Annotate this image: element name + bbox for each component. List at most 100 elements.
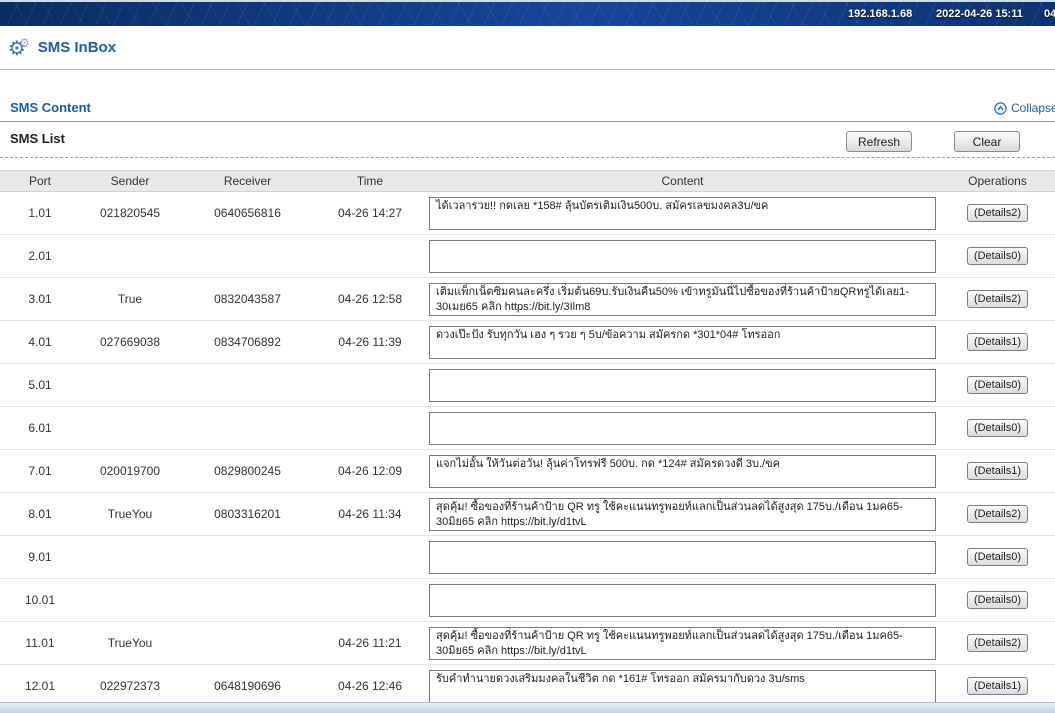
cell-time: 04-26 12:58	[315, 292, 425, 306]
cell-port: 7.01	[0, 464, 80, 478]
cell-port: 3.01	[0, 292, 80, 306]
cell-operations: (Details2)	[940, 204, 1055, 222]
table-row: 1.01 021820545 0640656816 04-26 14:27 ได…	[0, 192, 1055, 235]
cell-sender: True	[80, 292, 180, 306]
collapse-link[interactable]: Collapse	[994, 101, 1055, 115]
details-button[interactable]: (Details0)	[967, 247, 1028, 265]
table-row: 3.01 True 0832043587 04-26 12:58 เติมแพ็…	[0, 278, 1055, 321]
cell-operations: (Details1)	[940, 677, 1055, 695]
table-row: 4.01 027669038 0834706892 04-26 11:39 ดว…	[0, 321, 1055, 364]
cell-sender: 022972373	[80, 679, 180, 693]
sms-content-box	[429, 240, 936, 273]
details-button[interactable]: (Details0)	[967, 419, 1028, 437]
cell-receiver: 0803316201	[180, 507, 315, 521]
details-button[interactable]: (Details2)	[967, 204, 1028, 222]
page-title: SMS InBox	[38, 39, 116, 56]
gear-small-icon: ⚙	[19, 36, 30, 50]
sms-content-box	[429, 369, 936, 402]
sms-list-title: SMS List	[10, 131, 65, 146]
device-ip: 192.168.1.68	[848, 8, 912, 20]
clear-button[interactable]: Clear	[954, 131, 1020, 152]
details-button[interactable]: (Details1)	[967, 333, 1028, 351]
details-button[interactable]: (Details2)	[967, 290, 1028, 308]
sms-content-box: แจกไม่อั้น ให้วันต่อวัน! ลุ้นค่าโทรฟรี 5…	[429, 455, 936, 488]
cell-content: เติมแพ็กเน็ตซิมคนละครึ่ง เริ่มต้น69บ.รับ…	[425, 283, 940, 316]
cell-content: แจกไม่อั้น ให้วันต่อวัน! ลุ้นค่าโทรฟรี 5…	[425, 455, 940, 488]
cell-receiver: 0640656816	[180, 206, 315, 220]
table-row: 8.01 TrueYou 0803316201 04-26 11:34 สุดค…	[0, 493, 1055, 536]
cell-sender: 027669038	[80, 335, 180, 349]
sms-list-toolbar: SMS List Refresh Clear	[0, 122, 1055, 158]
cell-time: 04-26 14:27	[315, 206, 425, 220]
table-row: 9.01 (Details0)	[0, 536, 1055, 579]
cell-sender: TrueYou	[80, 507, 180, 521]
sms-content-section-header: SMS Content Collapse	[0, 99, 1055, 122]
cell-operations: (Details2)	[940, 290, 1055, 308]
sms-content-box	[429, 412, 936, 445]
cell-time: 04-26 11:34	[315, 507, 425, 521]
cell-time: 04-26 12:46	[315, 679, 425, 693]
sms-table-body: 1.01 021820545 0640656816 04-26 14:27 ได…	[0, 192, 1055, 708]
sms-content-box: รับคำทำนายดวงเสริมมงคลในชีวิต กด *161# โ…	[429, 670, 936, 703]
cell-time: 04-26 12:09	[315, 464, 425, 478]
cell-port: 5.01	[0, 378, 80, 392]
cell-content	[425, 412, 940, 445]
refresh-button[interactable]: Refresh	[846, 131, 912, 152]
cell-receiver: 0829800245	[180, 464, 315, 478]
cell-content: รับคำทำนายดวงเสริมมงคลในชีวิต กด *161# โ…	[425, 670, 940, 703]
details-button[interactable]: (Details2)	[967, 505, 1028, 523]
cell-operations: (Details0)	[940, 591, 1055, 609]
details-button[interactable]: (Details0)	[967, 548, 1028, 566]
cell-port: 8.01	[0, 507, 80, 521]
col-header-sender: Sender	[80, 174, 180, 188]
topbar: 192.168.1.68 2022-04-26 15:11 04	[0, 0, 1055, 26]
gear-icon: ⚙⚙	[8, 37, 30, 59]
topbar-clipped-text: 04	[1044, 8, 1055, 20]
cell-operations: (Details0)	[940, 247, 1055, 265]
col-header-receiver: Receiver	[180, 174, 315, 188]
cell-operations: (Details0)	[940, 419, 1055, 437]
cell-content: ได้เวลารวย!! กดเลย *158# ลุ้นบัตรเติมเงิ…	[425, 197, 940, 230]
cell-receiver: 0834706892	[180, 335, 315, 349]
cell-operations: (Details2)	[940, 634, 1055, 652]
col-header-port: Port	[0, 174, 80, 188]
list-buttons: Refresh Clear	[846, 131, 1020, 152]
cell-operations: (Details1)	[940, 462, 1055, 480]
table-row: 5.01 (Details0)	[0, 364, 1055, 407]
cell-time: 04-26 11:39	[315, 335, 425, 349]
table-row: 11.01 TrueYou 04-26 11:21 สุดคุ้ม! ซื้อข…	[0, 622, 1055, 665]
collapse-label: Collapse	[1011, 101, 1055, 115]
cell-port: 1.01	[0, 206, 80, 220]
cell-port: 4.01	[0, 335, 80, 349]
details-button[interactable]: (Details1)	[967, 462, 1028, 480]
cell-port: 2.01	[0, 249, 80, 263]
sms-table: Port Sender Receiver Time Content Operat…	[0, 170, 1055, 708]
cell-operations: (Details2)	[940, 505, 1055, 523]
details-button[interactable]: (Details0)	[967, 591, 1028, 609]
sms-content-box: สุดคุ้ม! ซื้อของที่ร้านค้าป้าย QR ทรู ใช…	[429, 627, 936, 660]
cell-time: 04-26 11:21	[315, 636, 425, 650]
details-button[interactable]: (Details1)	[967, 677, 1028, 695]
sms-content-box: สุดคุ้ม! ซื้อของที่ร้านค้าป้าย QR ทรู ใช…	[429, 498, 936, 531]
cell-operations: (Details0)	[940, 548, 1055, 566]
cell-content: ดวงเป๊ะปัง รับทุกวัน เฮง ๆ รวย ๆ 5บ/ข้อค…	[425, 326, 940, 359]
footer-bar	[0, 702, 1055, 713]
cell-receiver: 0832043587	[180, 292, 315, 306]
cell-operations: (Details1)	[940, 333, 1055, 351]
cell-content: สุดคุ้ม! ซื้อของที่ร้านค้าป้าย QR ทรู ใช…	[425, 627, 940, 660]
cell-content	[425, 541, 940, 574]
sms-content-box: ดวงเป๊ะปัง รับทุกวัน เฮง ๆ รวย ๆ 5บ/ข้อค…	[429, 326, 936, 359]
details-button[interactable]: (Details0)	[967, 376, 1028, 394]
sms-content-box	[429, 541, 936, 574]
cell-port: 6.01	[0, 421, 80, 435]
cell-port: 12.01	[0, 679, 80, 693]
table-row: 2.01 (Details0)	[0, 235, 1055, 278]
details-button[interactable]: (Details2)	[967, 634, 1028, 652]
table-row: 7.01 020019700 0829800245 04-26 12:09 แจ…	[0, 450, 1055, 493]
sms-content-box: ได้เวลารวย!! กดเลย *158# ลุ้นบัตรเติมเงิ…	[429, 197, 936, 230]
sms-table-header: Port Sender Receiver Time Content Operat…	[0, 170, 1055, 192]
table-row: 6.01 (Details0)	[0, 407, 1055, 450]
cell-content	[425, 584, 940, 617]
cell-content	[425, 240, 940, 273]
cell-port: 10.01	[0, 593, 80, 607]
